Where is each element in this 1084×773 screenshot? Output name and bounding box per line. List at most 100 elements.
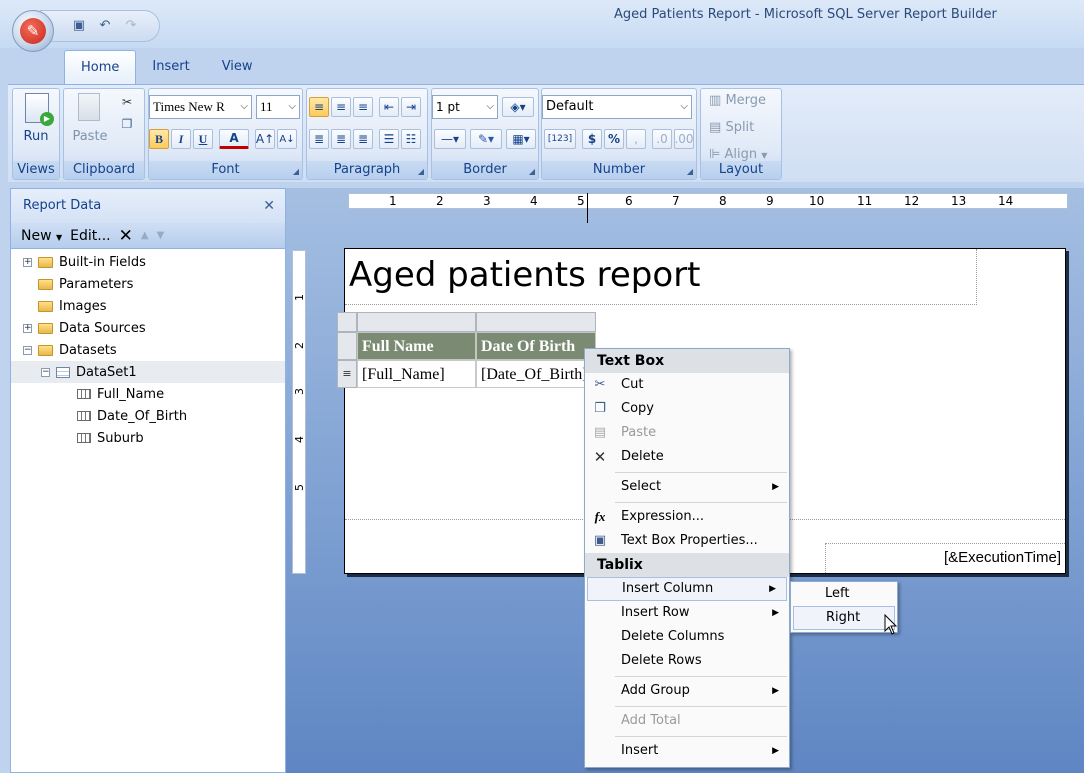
bold-button[interactable]: B <box>149 129 169 149</box>
menu-item-insert[interactable]: Insert ▶ <box>585 739 789 763</box>
tree-item-data-sources[interactable]: + Data Sources <box>11 317 285 339</box>
currency-button[interactable]: $ <box>582 129 602 149</box>
tree-item-suburb[interactable]: Suburb <box>11 427 285 449</box>
paste-button[interactable]: Paste <box>64 129 116 144</box>
menu-item-insert-column[interactable]: Insert Column ▶ <box>587 577 787 601</box>
border-width-select[interactable]: 1 pt ⌵ <box>432 95 498 119</box>
move-up-icon[interactable]: ▲ <box>141 230 149 241</box>
menu-item-add-total[interactable]: Add Total <box>585 709 789 733</box>
menu-item-insert-row[interactable]: Insert Row ▶ <box>585 601 789 625</box>
dialog-launcher-icon[interactable]: ◢ <box>687 167 693 176</box>
line-style-icon[interactable]: —▾ <box>434 129 466 149</box>
new-button[interactable]: New ▼ <box>21 228 62 244</box>
row-handle[interactable]: ≡ <box>337 360 357 388</box>
tab-home[interactable]: Home <box>64 50 137 84</box>
tree-item-full-name[interactable]: Full_Name <box>11 383 285 405</box>
menu-item-text-box-properties[interactable]: ▣ Text Box Properties... <box>585 529 789 553</box>
tab-view[interactable]: View <box>206 50 269 84</box>
italic-button[interactable]: I <box>171 129 191 149</box>
align-top-icon[interactable]: ≡ <box>309 97 329 117</box>
save-icon[interactable]: ▣ <box>71 18 87 34</box>
tree-item-datasets[interactable]: − Datasets <box>11 339 285 361</box>
execution-time-textbox[interactable]: [&ExecutionTime] <box>825 543 1065 573</box>
numbering-icon[interactable]: ☷ <box>401 129 421 149</box>
close-icon[interactable]: ✕ <box>263 189 275 223</box>
line-color-icon[interactable]: ✎▾ <box>470 129 502 149</box>
underline-button[interactable]: U <box>193 129 213 149</box>
edit-button[interactable]: Edit... <box>70 228 110 244</box>
column-handle[interactable] <box>476 312 596 332</box>
collapse-icon[interactable]: − <box>23 345 32 355</box>
increase-indent-icon[interactable]: ⇥ <box>401 97 421 117</box>
expand-icon[interactable]: + <box>23 323 32 333</box>
font-color-button[interactable]: A <box>219 129 249 149</box>
menu-separator <box>615 736 787 737</box>
menu-item-expression[interactable]: fx Expression... <box>585 505 789 529</box>
run-button[interactable]: Run <box>13 129 59 144</box>
dialog-launcher-icon[interactable]: ◢ <box>418 167 424 176</box>
font-family-select[interactable]: Times New R ⌵ <box>149 95 252 119</box>
tree-item-date-of-birth[interactable]: Date_Of_Birth <box>11 405 285 427</box>
menu-item-add-group[interactable]: Add Group ▶ <box>585 679 789 703</box>
tree-item-built-in-fields[interactable]: + Built-in Fields <box>11 251 285 273</box>
expand-icon[interactable]: + <box>23 257 32 267</box>
header-cell-full-name[interactable]: Full Name <box>357 332 476 360</box>
copy-icon[interactable]: ❐ <box>118 115 136 133</box>
delete-icon[interactable]: ✕ <box>119 226 133 246</box>
detail-cell-date-of-birth[interactable]: [Date_Of_Birth] <box>476 360 596 388</box>
decrease-decimal-icon[interactable]: .00 <box>674 129 694 149</box>
placeholder-format-button[interactable]: [123] <box>544 129 576 149</box>
row-handle[interactable] <box>337 332 357 360</box>
dialog-launcher-icon[interactable]: ◢ <box>293 167 299 176</box>
menu-item-paste[interactable]: ▤ Paste <box>585 421 789 445</box>
detail-cell-full-name[interactable]: [Full_Name] <box>357 360 476 388</box>
undo-icon[interactable]: ↶ <box>97 18 113 34</box>
tree-item-parameters[interactable]: Parameters <box>11 273 285 295</box>
shrink-font-icon[interactable]: A↓ <box>277 129 297 149</box>
align-center-icon[interactable]: ≣ <box>331 129 351 149</box>
tab-insert[interactable]: Insert <box>136 50 205 84</box>
tree-item-images[interactable]: Images <box>11 295 285 317</box>
align-right-icon[interactable]: ≣ <box>353 129 373 149</box>
title-textbox[interactable]: Aged patients report <box>345 249 977 305</box>
borders-icon[interactable]: ▦▾ <box>506 129 536 149</box>
align-left-icon[interactable]: ≣ <box>309 129 329 149</box>
paste-icon: ▤ <box>593 425 607 440</box>
menu-item-label: Delete <box>621 449 664 464</box>
increase-decimal-icon[interactable]: .0 <box>652 129 672 149</box>
number-format-select[interactable]: Default ⌵ <box>542 95 692 119</box>
tablix-corner-handle[interactable] <box>337 312 357 332</box>
fill-color-icon[interactable]: ◈▾ <box>502 97 534 117</box>
application-button[interactable]: ✎ <box>12 10 54 52</box>
decrease-indent-icon[interactable]: ⇤ <box>379 97 399 117</box>
menu-item-label: Text Box Properties... <box>621 533 758 548</box>
collapse-icon[interactable]: − <box>41 367 50 377</box>
submenu-item-left[interactable]: Left <box>791 582 897 606</box>
menu-item-copy[interactable]: ❐ Copy <box>585 397 789 421</box>
cut-icon[interactable]: ✂ <box>118 93 136 111</box>
dialog-launcher-icon[interactable]: ◢ <box>529 167 535 176</box>
header-cell-date-of-birth[interactable]: Date Of Birth <box>476 332 596 360</box>
align-bottom-icon[interactable]: ≡ <box>353 97 373 117</box>
comma-button[interactable]: , <box>626 129 646 149</box>
report-data-header: Report Data ✕ <box>11 189 285 223</box>
font-size-select[interactable]: 11 ⌵ <box>256 95 300 119</box>
align-middle-icon[interactable]: ≡ <box>331 97 351 117</box>
menu-item-delete[interactable]: ✕ Delete <box>585 445 789 469</box>
menu-item-select[interactable]: Select ▶ <box>585 475 789 499</box>
move-down-icon[interactable]: ▼ <box>157 230 165 241</box>
grow-font-icon[interactable]: A↑ <box>255 129 275 149</box>
bullets-icon[interactable]: ☰ <box>379 129 399 149</box>
percent-button[interactable]: % <box>604 129 624 149</box>
column-handle[interactable] <box>357 312 476 332</box>
align-button[interactable]: ⊫ Align ▼ <box>709 147 767 162</box>
menu-item-delete-columns[interactable]: Delete Columns <box>585 625 789 649</box>
split-button[interactable]: ▤ Split <box>709 120 754 135</box>
delete-icon: ✕ <box>593 448 607 466</box>
merge-button[interactable]: ▥ Merge <box>709 93 766 108</box>
tree-item-dataset1[interactable]: − DataSet1 <box>11 361 285 383</box>
redo-icon[interactable]: ↷ <box>123 18 139 34</box>
menu-item-cut[interactable]: ✂ Cut <box>585 373 789 397</box>
submenu-item-right[interactable]: Right <box>793 606 895 630</box>
menu-item-delete-rows[interactable]: Delete Rows <box>585 649 789 673</box>
